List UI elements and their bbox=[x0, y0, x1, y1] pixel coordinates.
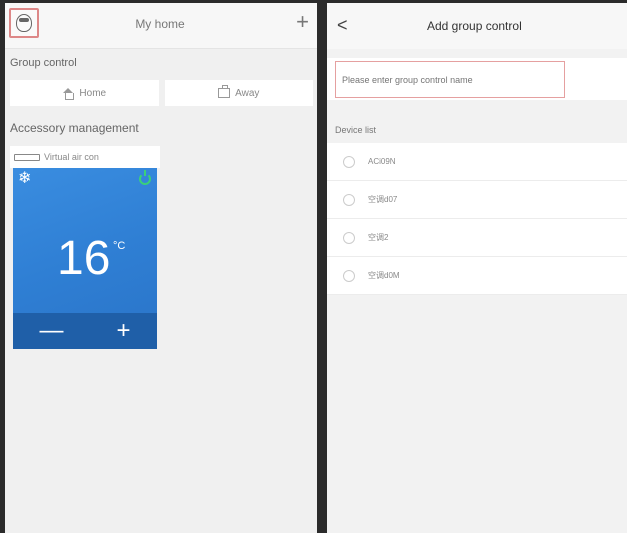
name-input-row bbox=[327, 58, 627, 100]
group-control-heading: Group control bbox=[10, 57, 77, 69]
screen: My home + Group control Home Away Access… bbox=[0, 0, 627, 533]
accessory-tab[interactable]: Virtual air con bbox=[10, 146, 160, 168]
decrease-temp-button[interactable]: — bbox=[39, 317, 63, 345]
air-conditioner-icon bbox=[14, 153, 40, 161]
power-icon[interactable] bbox=[139, 170, 151, 185]
radio-button[interactable] bbox=[343, 193, 355, 206]
back-button[interactable]: < bbox=[337, 15, 348, 36]
away-mode-label: Away bbox=[235, 87, 260, 99]
home-icon bbox=[62, 87, 74, 100]
group-control-buttons: Home Away bbox=[10, 80, 313, 106]
device-name: ACi09N bbox=[368, 157, 396, 166]
home-header: My home + bbox=[5, 3, 317, 49]
away-icon bbox=[218, 85, 231, 98]
device-name: 空调d07 bbox=[368, 195, 398, 204]
device-name: 空调2 bbox=[368, 233, 389, 242]
radio-button[interactable] bbox=[343, 231, 355, 244]
device-name: 空调d0M bbox=[368, 271, 400, 280]
accessory-tab-label: Virtual air con bbox=[44, 152, 99, 162]
add-group-panel: < Add group control Device list ACi09N 空… bbox=[327, 3, 627, 533]
avatar-button[interactable] bbox=[9, 8, 39, 38]
temperature-value: 16 bbox=[57, 232, 111, 285]
temperature-controls: — + bbox=[13, 313, 157, 349]
device-list-heading: Device list bbox=[335, 125, 377, 135]
home-panel: My home + Group control Home Away Access… bbox=[5, 3, 317, 533]
ac-control-card[interactable]: ❄ 16 °C — + bbox=[13, 168, 157, 349]
radio-button[interactable] bbox=[343, 155, 355, 168]
add-button[interactable]: + bbox=[296, 11, 309, 33]
device-item[interactable]: 空调d07 bbox=[327, 181, 627, 219]
device-item[interactable]: ACi09N bbox=[327, 143, 627, 181]
avatar-icon bbox=[16, 14, 32, 32]
increase-temp-button[interactable]: + bbox=[116, 317, 130, 345]
snowflake-icon: ❄ bbox=[18, 170, 32, 187]
away-mode-button[interactable]: Away bbox=[164, 80, 313, 106]
temperature-unit: °C bbox=[113, 240, 126, 252]
radio-button[interactable] bbox=[343, 269, 355, 282]
home-mode-button[interactable]: Home bbox=[10, 80, 159, 106]
device-list: ACi09N 空调d07 空调2 空调d0M bbox=[327, 143, 627, 295]
device-item[interactable]: 空调d0M bbox=[327, 257, 627, 295]
add-group-header: < Add group control bbox=[327, 3, 627, 49]
group-name-input[interactable] bbox=[335, 61, 565, 98]
accessory-heading: Accessory management bbox=[10, 121, 139, 135]
add-group-title: Add group control bbox=[427, 19, 522, 33]
device-item[interactable]: 空调2 bbox=[327, 219, 627, 257]
page-title: My home bbox=[135, 17, 185, 31]
panel-divider bbox=[317, 0, 327, 533]
home-mode-label: Home bbox=[79, 87, 107, 99]
